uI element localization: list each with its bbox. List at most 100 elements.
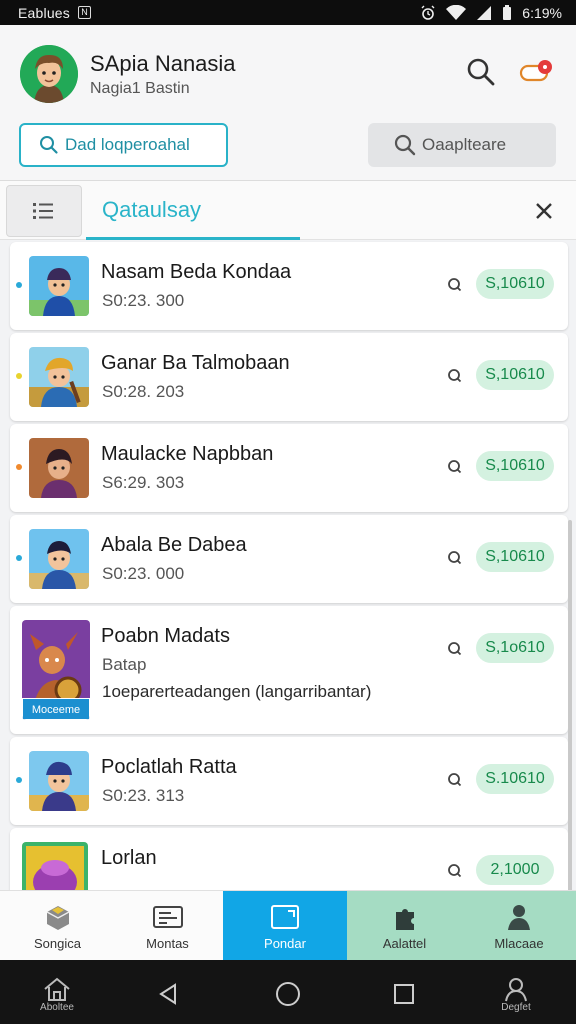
account-icon [505, 977, 527, 1001]
nav-item-montas[interactable]: Montas [110, 891, 225, 961]
status-dot [16, 464, 22, 470]
search-icon [40, 136, 58, 154]
item-title: Nasam Beda Kondaa [101, 261, 292, 283]
item-title: Abala Be Dabea [101, 534, 247, 556]
home-button[interactable]: Aboltee [27, 972, 87, 1016]
search-icon[interactable] [446, 276, 464, 294]
list-item[interactable]: Ganar Ba Talmobaan S0:28. 203 S,10610 [10, 333, 568, 421]
list-view-toggle[interactable] [6, 185, 82, 237]
price-badge[interactable]: S,1o610 [476, 633, 554, 663]
search-icon[interactable] [446, 549, 464, 567]
nav-item-songica[interactable]: Songica [0, 891, 115, 961]
account-button[interactable]: Degfet [486, 972, 546, 1016]
nav-item-pondar[interactable]: Pondar [223, 891, 347, 961]
tab-bar: Qataulsay [0, 180, 576, 240]
item-title: Maulacke Napbban [101, 443, 274, 465]
tab-active[interactable]: Qataulsay [102, 197, 201, 223]
price-badge[interactable]: S,10610 [476, 451, 554, 481]
item-badge: Moceeme [22, 698, 90, 720]
recents-button[interactable] [374, 972, 434, 1016]
keyboard-icon [151, 902, 185, 932]
item-thumbnail [29, 438, 89, 498]
item-subtitle: S0:28. 203 [102, 382, 185, 401]
item-title: Poabn Madats [101, 625, 230, 647]
scrollbar[interactable] [568, 520, 572, 890]
list-item[interactable]: Moceeme Poabn Madats Batap 1oeparerteada… [10, 606, 568, 734]
item-title: Lorlan [101, 847, 157, 869]
nav-label: Songica [34, 935, 81, 951]
circle-icon [276, 982, 300, 1006]
search-icon[interactable] [446, 862, 464, 880]
filter-button[interactable]: Oaaplteare [368, 123, 556, 167]
price-badge[interactable]: S.10610 [476, 764, 554, 794]
back-button[interactable] [138, 972, 198, 1016]
nav-item-mlacaae[interactable]: Mlacaae [462, 891, 576, 961]
item-thumbnail: Moceeme [22, 620, 90, 720]
list-item[interactable]: Maulacke Napbban S6:29. 303 S,10610 [10, 424, 568, 512]
list-item[interactable]: Nasam Beda Kondaa S0:23. 300 S,10610 [10, 242, 568, 330]
item-thumbnail [22, 842, 88, 890]
puzzle-icon [388, 902, 422, 932]
item-thumbnail [29, 256, 89, 316]
price-badge[interactable]: 2,1000 [476, 855, 554, 885]
battery-percent: 6:19% [522, 4, 562, 21]
list-icon [33, 203, 53, 219]
search-icon [394, 134, 416, 156]
status-dot [16, 777, 22, 783]
nav-label: Pondar [264, 935, 306, 951]
nav-label: Montas [146, 935, 189, 951]
list-item[interactable]: Lorlan 2,1000 [10, 828, 568, 890]
profile-header: SApia Nanasia Nagia1 Bastin Dad loqperoa… [0, 25, 576, 183]
price-badge[interactable]: S,10610 [476, 542, 554, 572]
price-badge[interactable]: S,10610 [476, 269, 554, 299]
search-button-label: Dad loqperoahal [65, 135, 190, 154]
close-icon[interactable] [530, 197, 558, 225]
list-item[interactable]: Abala Be Dabea S0:23. 000 S,10610 [10, 515, 568, 603]
item-subtitle: S0:23. 300 [102, 291, 185, 310]
item-subtitle: S0:23. 000 [102, 564, 185, 583]
item-title: Poclatlah Ratta [101, 756, 237, 778]
wifi-icon [446, 4, 467, 20]
notification-toggle-icon[interactable] [518, 59, 558, 85]
back-icon [159, 983, 176, 1005]
person-icon [502, 902, 536, 932]
search-icon[interactable] [446, 458, 464, 476]
home-label: Aboltee [40, 1001, 74, 1013]
avatar[interactable] [20, 45, 78, 103]
nav-item-aalattel[interactable]: Aalattel [347, 891, 462, 961]
search-icon[interactable] [446, 771, 464, 789]
item-thumbnail [29, 751, 89, 811]
filter-button-label: Oaaplteare [422, 135, 507, 154]
item-subtitle: S6:29. 303 [102, 473, 185, 492]
price-badge[interactable]: S,10610 [476, 360, 554, 390]
status-dot [16, 282, 22, 288]
status-dot [16, 555, 22, 561]
account-label: Degfet [501, 1001, 531, 1013]
item-thumbnail [29, 347, 89, 407]
item-subtitle: S0:23. 313 [102, 786, 185, 805]
search-icon[interactable] [446, 640, 464, 658]
system-navigation-bar: Aboltee Degfet [0, 960, 576, 1024]
nav-label: Aalattel [382, 935, 427, 951]
search-icon[interactable] [446, 367, 464, 385]
list-item[interactable]: Poclatlah Ratta S0:23. 313 S.10610 [10, 737, 568, 825]
bottom-navigation: Songica Montas Pondar Aalattel Mlacaae [0, 890, 576, 961]
status-dot [16, 373, 22, 379]
search-icon[interactable] [464, 55, 498, 89]
square-icon [394, 984, 414, 1004]
status-bar: Eablues N 6:19% [0, 0, 576, 25]
item-description: 1oeparerteadangen (langarribantar) [102, 682, 372, 701]
home-circle-button[interactable] [258, 972, 318, 1016]
user-subtitle: Nagia1 Bastin [90, 80, 190, 97]
user-name: SApia Nanasia [90, 51, 236, 76]
folder-icon [268, 902, 302, 932]
item-title: Ganar Ba Talmobaan [101, 352, 290, 374]
home-icon [44, 977, 70, 1001]
box-icon [41, 902, 75, 932]
nav-label: Mlacaae [494, 935, 544, 951]
alarm-icon [421, 5, 435, 20]
search-button[interactable]: Dad loqperoahal [19, 123, 228, 167]
nfc-icon: N [78, 6, 91, 19]
item-list: Nasam Beda Kondaa S0:23. 300 S,10610 Gan… [0, 240, 576, 890]
item-subtitle: Batap [102, 655, 147, 674]
